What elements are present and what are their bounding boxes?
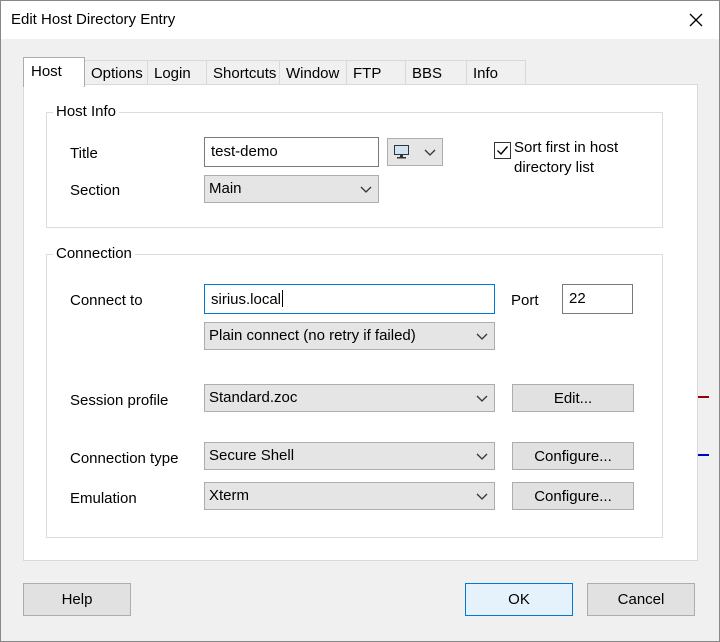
title-input[interactable]: test-demo <box>204 137 379 167</box>
tab-window[interactable]: Window <box>279 60 347 86</box>
window-title: Edit Host Directory Entry <box>11 11 176 28</box>
dialog-window: Edit Host Directory Entry Host Options L… <box>0 0 720 642</box>
sort-first-checkbox[interactable] <box>494 142 511 159</box>
title-bar: Edit Host Directory Entry <box>1 1 719 39</box>
edit-session-profile-button[interactable]: Edit... <box>512 384 634 412</box>
chevron-down-icon <box>476 453 488 460</box>
help-button[interactable]: Help <box>23 583 131 616</box>
tab-shortcuts[interactable]: Shortcuts <box>206 60 280 86</box>
cancel-button[interactable]: Cancel <box>587 583 695 616</box>
connect-mode-dropdown[interactable]: Plain connect (no retry if failed) <box>204 322 495 350</box>
close-button[interactable] <box>673 1 719 39</box>
checkmark-icon <box>497 146 509 156</box>
monitor-icon <box>394 145 409 159</box>
port-input[interactable]: 22 <box>562 284 633 314</box>
host-info-group-label: Host Info <box>53 103 120 120</box>
chevron-down-icon <box>360 186 372 193</box>
sort-first-label-line2: directory list <box>514 159 595 176</box>
tab-bbs[interactable]: BBS <box>405 60 467 86</box>
tab-login[interactable]: Login <box>147 60 207 86</box>
icon-picker-dropdown[interactable] <box>387 138 443 166</box>
connect-to-input[interactable]: sirius.local <box>204 284 495 314</box>
chevron-down-icon <box>424 149 436 156</box>
connection-group-label: Connection <box>53 245 135 262</box>
configure-emulation-button[interactable]: Configure... <box>512 482 634 510</box>
chevron-down-icon <box>476 395 488 402</box>
connection-type-dropdown[interactable]: Secure Shell <box>204 442 495 470</box>
title-label: Title <box>70 145 98 162</box>
tab-host[interactable]: Host <box>23 57 85 87</box>
text-caret <box>282 290 284 307</box>
configure-connection-type-button[interactable]: Configure... <box>512 442 634 470</box>
ok-button[interactable]: OK <box>465 583 573 616</box>
tab-ftp[interactable]: FTP <box>346 60 406 86</box>
host-tab-panel: Host Info Title test-demo Sort first in … <box>23 84 698 561</box>
session-profile-label: Session profile <box>70 392 169 409</box>
host-info-group: Host Info Title test-demo Sort first in … <box>46 103 663 228</box>
sort-first-label-line1: Sort first in host <box>514 139 619 156</box>
port-label: Port <box>511 292 539 309</box>
connect-to-label: Connect to <box>70 292 143 309</box>
emulation-label: Emulation <box>70 490 137 507</box>
emulation-dropdown[interactable]: Xterm <box>204 482 495 510</box>
session-profile-dropdown[interactable]: Standard.zoc <box>204 384 495 412</box>
chevron-down-icon <box>476 333 488 340</box>
connection-type-label: Connection type <box>70 450 179 467</box>
connection-group: Connection Connect to sirius.local Port … <box>46 245 663 538</box>
chevron-down-icon <box>476 493 488 500</box>
tab-info[interactable]: Info <box>466 60 526 86</box>
section-dropdown[interactable]: Main <box>204 175 379 203</box>
section-label: Section <box>70 182 121 199</box>
tab-options[interactable]: Options <box>84 60 148 86</box>
close-icon <box>689 13 703 27</box>
